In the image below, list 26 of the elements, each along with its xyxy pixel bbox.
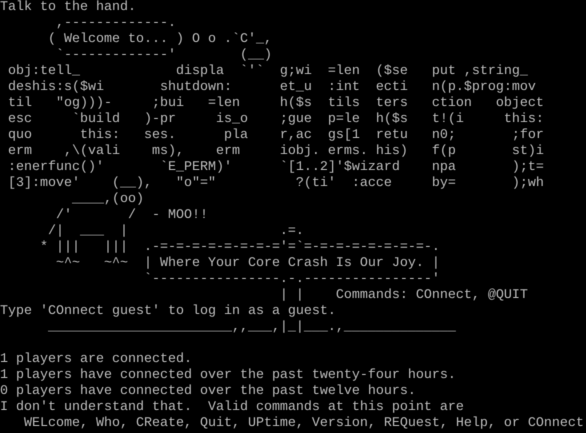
- terminal-line: :enerfunc()' `E_PERM)' `[1..2]'$wizard npa );t=: [6, 160, 544, 175]
- terminal-line: til "og)))- ;bui =len h($s tils ters ction object: [6, 96, 544, 111]
- terminal-line: esc `build )-pr is_o ;gue p=le h($s t!(i this:: [6, 112, 544, 127]
- terminal-line: ,-------------.: [54, 16, 176, 31]
- terminal-line: * ||| ||| .-=-=-=-=-=-=-=-='=`=-=-=-=-=-=-=-=-.: [38, 240, 440, 255]
- terminal-line: quo this: ses. pla r,ac gs[1 retu n0; ;for: [6, 128, 544, 143]
- terminal-line: 0 players have connected over the past twelve hours.: [0, 384, 416, 399]
- terminal-line: Talk to the hand.: [0, 0, 136, 15]
- terminal-line: `----------------.-.----------------': [142, 272, 440, 287]
- terminal-line: `-------------' (__): [54, 48, 272, 63]
- terminal-line: ____,(oo): [70, 192, 144, 207]
- terminal-line: 1 players have connected over the past twenty-four hours.: [0, 368, 456, 383]
- terminal-line: deshis:s($wi shutdown: et_u :int ecti n(p.$prog:mov: [6, 80, 536, 95]
- terminal-line: erm ,\(vali ms), erm iobj. erms. his) f(p st)i: [6, 144, 544, 159]
- terminal-line: [3]:move' (__), "o"=" ?(ti' :acce by= );wh: [6, 176, 544, 191]
- terminal-line: ( Welcome to... ) O o .`C'_,: [46, 32, 272, 47]
- terminal-line: | | Commands: COnnect, @QUIT: [278, 288, 528, 303]
- terminal-line: I don't understand that. Valid commands at this point are: [0, 400, 464, 415]
- terminal-line: ~^~ ~^~ | Where Your Core Crash Is Our Joy. |: [54, 256, 440, 271]
- terminal-line: /| ___ | .=.: [46, 224, 304, 239]
- terminal-line: Type 'COnnect guest' to log in as a guest.: [0, 304, 336, 319]
- terminal-line: obj:tell_ displa `'` g;wi =len ($se put ,string_: [6, 64, 528, 79]
- terminal-line: WELcome, Who, CReate, Quit, UPtime, Version, REQuest, Help, or COnnect: [22, 416, 584, 431]
- terminal-line: /' / - MOO!!: [54, 208, 208, 223]
- terminal-line: _______________________,,___,|_|___.,______________: [46, 320, 456, 335]
- terminal-line: 1 players are connected.: [0, 352, 192, 367]
